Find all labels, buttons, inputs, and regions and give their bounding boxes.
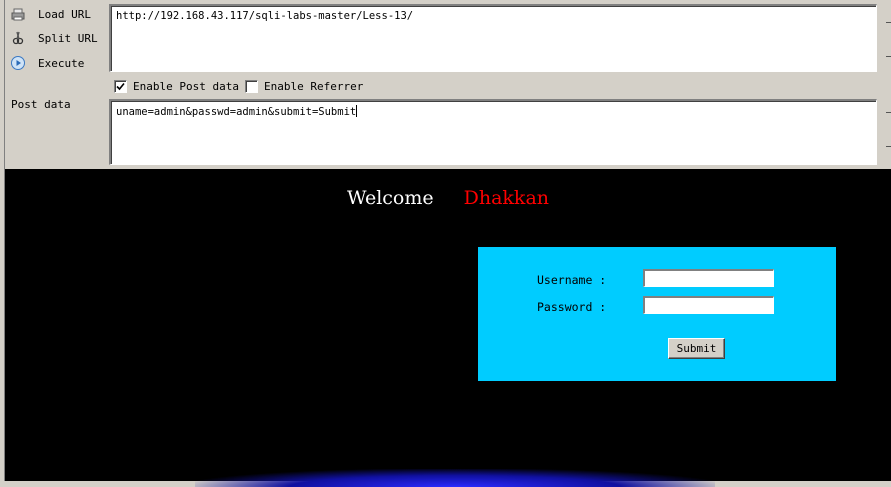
username-input[interactable] (643, 269, 774, 287)
toolbar-edge (880, 0, 891, 169)
check-icon (116, 82, 125, 91)
load-url-button[interactable]: Load URL (10, 4, 91, 24)
split-url-icon (10, 30, 26, 46)
post-data-text: uname=admin&passwd=admin&submit=Submit (116, 106, 357, 118)
welcome-heading: Welcome Dhakkan (5, 187, 891, 209)
url-text: http://192.168.43.117/sqli-labs-master/L… (116, 10, 414, 22)
submit-button[interactable]: Submit (668, 338, 725, 359)
execute-button[interactable]: Execute (10, 53, 84, 73)
enable-post-box[interactable] (114, 80, 127, 93)
password-label: Password : (537, 300, 607, 314)
web-page: Welcome Dhakkan Username : Password : Sub… (5, 169, 891, 487)
load-url-icon (10, 6, 26, 22)
username-label: Username : (537, 273, 607, 287)
enable-referrer-box[interactable] (245, 80, 258, 93)
banner-image-partial (195, 469, 715, 487)
enable-referrer-label: Enable Referrer (264, 80, 364, 93)
password-input[interactable] (643, 296, 774, 314)
hackbar-panel: Load URL Split URL Execute http://192.16… (0, 0, 891, 169)
split-url-label: Split URL (38, 31, 98, 45)
load-url-label: Load URL (38, 7, 91, 21)
split-url-button[interactable]: Split URL (10, 28, 98, 48)
welcome-text: Welcome (346, 187, 434, 209)
execute-icon (10, 55, 26, 71)
post-data-label: Post data (11, 98, 71, 111)
login-form: Username : Password : Submit (478, 247, 836, 381)
enable-post-checkbox[interactable]: Enable Post data (114, 80, 239, 93)
text-cursor (356, 105, 358, 117)
username-display: Dhakkan (463, 187, 550, 209)
url-textarea[interactable]: http://192.168.43.117/sqli-labs-master/L… (109, 4, 877, 72)
execute-label: Execute (38, 56, 85, 70)
enable-referrer-checkbox[interactable]: Enable Referrer (245, 80, 363, 93)
enable-post-label: Enable Post data (133, 80, 239, 93)
post-data-textarea[interactable]: uname=admin&passwd=admin&submit=Submit (109, 99, 877, 165)
